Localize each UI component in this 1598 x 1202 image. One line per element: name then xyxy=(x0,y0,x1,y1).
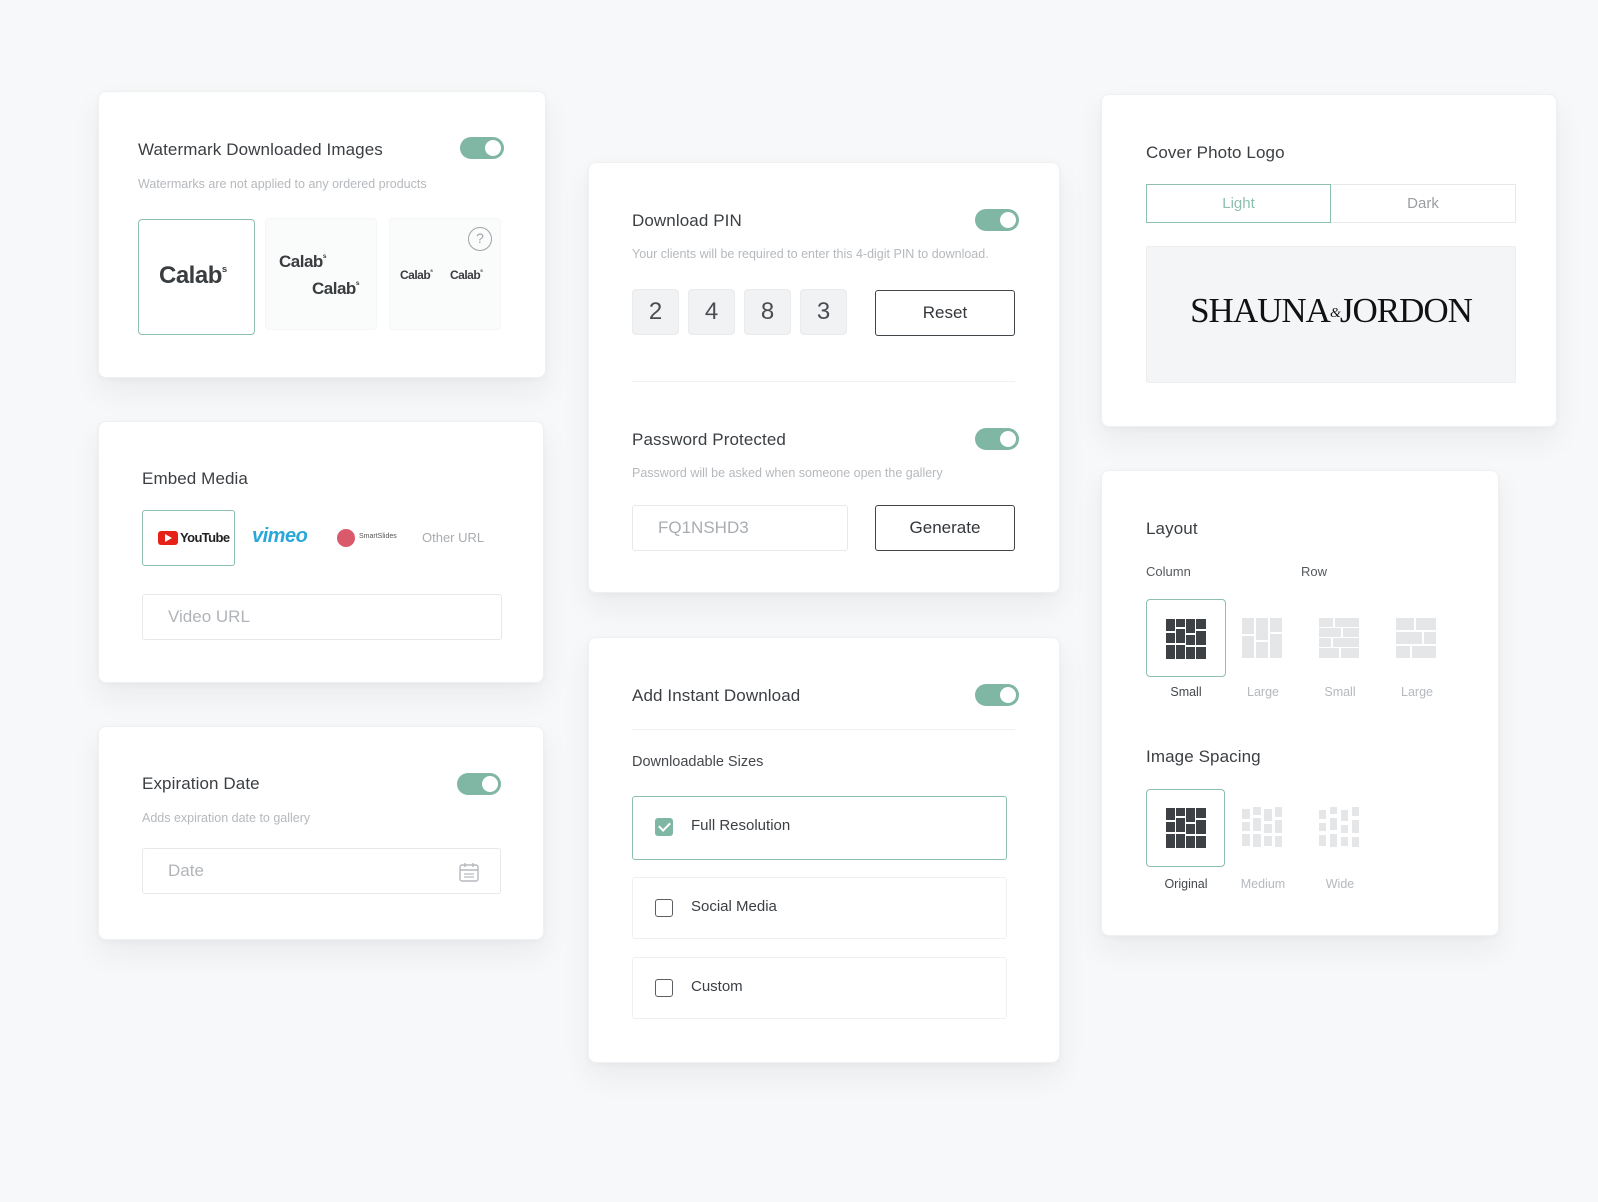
download-pin-title: Download PIN xyxy=(632,211,742,230)
embed-media-card: Embed Media YouTube vimeo SmartSlides Ot… xyxy=(98,421,544,683)
layout-option-label: Small xyxy=(1170,685,1202,699)
watermark-option-tiled[interactable]: ? Calabs Calabs xyxy=(389,218,501,330)
spacing-medium-icon xyxy=(1242,807,1282,847)
image-spacing-title: Image Spacing xyxy=(1146,747,1261,766)
watermark-card: Watermark Downloaded Images Watermarks a… xyxy=(98,91,546,378)
watermark-toggle[interactable] xyxy=(460,137,504,159)
pin-password-card: Download PIN Your clients will be requir… xyxy=(588,162,1060,593)
spacing-option-label: Wide xyxy=(1325,877,1355,891)
watermark-option-single[interactable]: Calabs xyxy=(138,219,255,335)
instant-download-card: Add Instant Download Downloadable Sizes … xyxy=(588,637,1060,1063)
logo-preview: SHAUNA&JORDON xyxy=(1146,246,1516,383)
expiration-title: Expiration Date xyxy=(142,774,260,793)
embed-option-other-url[interactable]: Other URL xyxy=(422,510,502,566)
date-input[interactable]: Date xyxy=(142,848,501,894)
embed-option-youtube[interactable]: YouTube xyxy=(142,510,235,566)
section-divider xyxy=(632,729,1015,730)
watermark-logo: Calabs xyxy=(400,268,433,282)
password-subtitle: Password will be asked when someone open… xyxy=(632,466,943,480)
tab-light[interactable]: Light xyxy=(1146,184,1331,223)
layout-title: Layout xyxy=(1146,519,1198,538)
watermark-option-diagonal[interactable]: Calabs Calabs xyxy=(265,218,377,330)
embed-option-smartslides[interactable]: SmartSlides xyxy=(337,510,417,566)
calendar-icon[interactable] xyxy=(458,861,480,883)
smartslides-label: SmartSlides xyxy=(359,533,397,540)
layout-option-label: Large xyxy=(1247,685,1279,699)
smartslides-icon xyxy=(337,529,355,547)
pin-digit[interactable]: 3 xyxy=(800,289,847,335)
spacing-original-icon xyxy=(1166,808,1206,848)
instant-download-title: Add Instant Download xyxy=(632,686,801,705)
downloadable-sizes-heading: Downloadable Sizes xyxy=(632,754,764,770)
expiration-subtitle: Adds expiration date to gallery xyxy=(142,811,311,825)
checkbox-icon[interactable] xyxy=(655,979,673,997)
couple-logo: SHAUNA&JORDON xyxy=(1190,291,1473,330)
layout-column-small[interactable] xyxy=(1146,599,1226,677)
cover-logo-title: Cover Photo Logo xyxy=(1146,143,1285,162)
download-pin-subtitle: Your clients will be required to enter t… xyxy=(632,247,989,261)
checkbox-icon[interactable] xyxy=(655,899,673,917)
date-placeholder: Date xyxy=(168,861,204,880)
pin-digit[interactable]: 2 xyxy=(632,289,679,335)
row-small-icon xyxy=(1319,618,1359,658)
pin-digit[interactable]: 8 xyxy=(744,289,791,335)
pin-digit[interactable]: 4 xyxy=(688,289,735,335)
checkbox-checked-icon[interactable] xyxy=(655,818,673,836)
cover-logo-card: Cover Photo Logo Light Dark SHAUNA&JORDO… xyxy=(1101,94,1557,427)
expiration-card: Expiration Date Adds expiration date to … xyxy=(98,726,544,940)
help-icon[interactable]: ? xyxy=(468,227,492,251)
layout-column-large[interactable] xyxy=(1223,599,1303,677)
section-divider xyxy=(632,381,1015,382)
size-option-custom[interactable]: Custom xyxy=(632,957,1007,1019)
spacing-medium[interactable] xyxy=(1223,789,1303,867)
column-heading: Column xyxy=(1146,564,1191,579)
spacing-original[interactable] xyxy=(1146,789,1225,867)
column-small-icon xyxy=(1166,619,1206,659)
row-large-icon xyxy=(1396,618,1436,658)
spacing-option-label: Original xyxy=(1164,877,1208,891)
column-large-icon xyxy=(1242,618,1282,658)
layout-row-small[interactable] xyxy=(1300,599,1380,677)
embed-title: Embed Media xyxy=(142,469,248,488)
watermark-logo: Calabs xyxy=(450,268,483,282)
embed-option-vimeo[interactable]: vimeo xyxy=(249,510,329,566)
size-option-label: Social Media xyxy=(691,898,777,915)
watermark-logo: Calabs xyxy=(312,279,360,298)
spacing-wide[interactable] xyxy=(1300,789,1380,867)
other-url-label: Other URL xyxy=(422,530,485,545)
watermark-logo: Calabs xyxy=(159,262,227,289)
size-option-full-resolution[interactable]: Full Resolution xyxy=(632,796,1007,860)
video-url-input[interactable]: Video URL xyxy=(142,594,502,640)
size-option-social-media[interactable]: Social Media xyxy=(632,877,1007,939)
generate-button[interactable]: Generate xyxy=(875,505,1015,551)
size-option-label: Custom xyxy=(691,978,743,995)
instant-download-toggle[interactable] xyxy=(975,684,1019,706)
tab-dark[interactable]: Dark xyxy=(1331,184,1516,223)
vimeo-label: vimeo xyxy=(252,525,308,547)
youtube-label: YouTube xyxy=(180,530,230,545)
row-heading: Row xyxy=(1301,564,1328,579)
watermark-logo: Calabs xyxy=(279,252,327,271)
spacing-option-label: Medium xyxy=(1240,877,1286,891)
password-input[interactable]: FQ1NSHD3 xyxy=(632,505,848,551)
password-toggle[interactable] xyxy=(975,428,1019,450)
layout-option-label: Small xyxy=(1324,685,1356,699)
watermark-subtitle: Watermarks are not applied to any ordere… xyxy=(138,177,427,191)
layout-card: Layout Column Row Small Large Small Larg… xyxy=(1101,470,1499,936)
spacing-wide-icon xyxy=(1319,807,1359,847)
youtube-play-icon xyxy=(158,531,178,545)
layout-option-label: Large xyxy=(1401,685,1433,699)
watermark-title: Watermark Downloaded Images xyxy=(138,140,383,159)
layout-row-large[interactable] xyxy=(1377,599,1457,677)
reset-button[interactable]: Reset xyxy=(875,290,1015,336)
download-pin-toggle[interactable] xyxy=(975,209,1019,231)
expiration-toggle[interactable] xyxy=(457,773,501,795)
password-title: Password Protected xyxy=(632,430,786,449)
size-option-label: Full Resolution xyxy=(691,817,791,834)
